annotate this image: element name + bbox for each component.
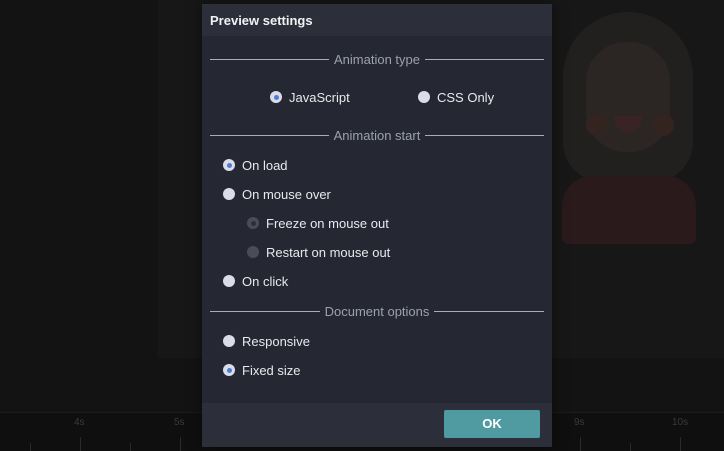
radio-responsive[interactable]: Responsive xyxy=(223,332,310,350)
timeline-tick-label: 5s xyxy=(174,417,185,428)
radio-button-on-mouse-over[interactable] xyxy=(223,188,235,200)
radio-button-on-load[interactable] xyxy=(223,159,235,171)
radio-label-freeze-on-mouse-out: Freeze on mouse out xyxy=(266,215,389,231)
radio-button-on-click[interactable] xyxy=(223,275,235,287)
section-title-animation-type: Animation type xyxy=(329,52,425,67)
radio-label-on-mouse-over: On mouse over xyxy=(242,186,331,202)
radio-button-javascript[interactable] xyxy=(270,91,282,103)
radio-button-restart-on-mouse-out[interactable] xyxy=(247,246,259,258)
character-cheek-right xyxy=(652,114,674,136)
radio-label-responsive: Responsive xyxy=(242,333,310,349)
section-animation-start: Animation start xyxy=(210,128,544,143)
radio-fixed-size[interactable]: Fixed size xyxy=(223,361,301,379)
timeline-tick-label: 10s xyxy=(672,417,689,428)
radio-restart-on-mouse-out[interactable]: Restart on mouse out xyxy=(247,243,390,261)
section-title-document-options: Document options xyxy=(319,304,435,319)
timeline-tick xyxy=(580,437,581,451)
section-title-animation-start: Animation start xyxy=(328,128,426,143)
radio-button-css-only[interactable] xyxy=(418,91,430,103)
radio-css-only[interactable]: CSS Only xyxy=(418,88,494,106)
radio-label-fixed-size: Fixed size xyxy=(242,362,301,378)
radio-button-fixed-size[interactable] xyxy=(223,364,235,376)
radio-on-mouse-over[interactable]: On mouse over xyxy=(223,185,331,203)
radio-on-load[interactable]: On load xyxy=(223,156,288,174)
ok-button[interactable]: OK xyxy=(444,410,540,438)
radio-label-on-click: On click xyxy=(242,273,289,289)
radio-label-javascript: JavaScript xyxy=(289,89,350,105)
radio-label-on-load: On load xyxy=(242,157,288,173)
dialog-header: Preview settings xyxy=(202,4,552,36)
section-animation-type: Animation type xyxy=(210,52,544,67)
timeline-tick xyxy=(680,437,681,451)
dialog-footer: OK xyxy=(202,403,552,447)
character-cheek-left xyxy=(586,114,608,136)
radio-button-freeze-on-mouse-out[interactable] xyxy=(247,217,259,229)
radio-label-restart-on-mouse-out: Restart on mouse out xyxy=(266,244,391,260)
radio-button-responsive[interactable] xyxy=(223,335,235,347)
radio-on-click[interactable]: On click xyxy=(223,272,288,290)
radio-label-css-only: CSS Only xyxy=(437,89,495,105)
radio-freeze-on-mouse-out[interactable]: Freeze on mouse out xyxy=(247,214,389,232)
preview-settings-dialog: Preview settings Animation type JavaScri… xyxy=(202,4,552,447)
timeline-tick-label: 9s xyxy=(574,417,585,428)
radio-javascript[interactable]: JavaScript xyxy=(270,88,350,106)
character-body xyxy=(562,176,696,244)
timeline-tick xyxy=(180,437,181,451)
dialog-title: Preview settings xyxy=(210,13,313,28)
section-document-options: Document options xyxy=(210,304,544,319)
timeline-tick xyxy=(80,437,81,451)
timeline-tick-label: 4s xyxy=(74,417,85,428)
